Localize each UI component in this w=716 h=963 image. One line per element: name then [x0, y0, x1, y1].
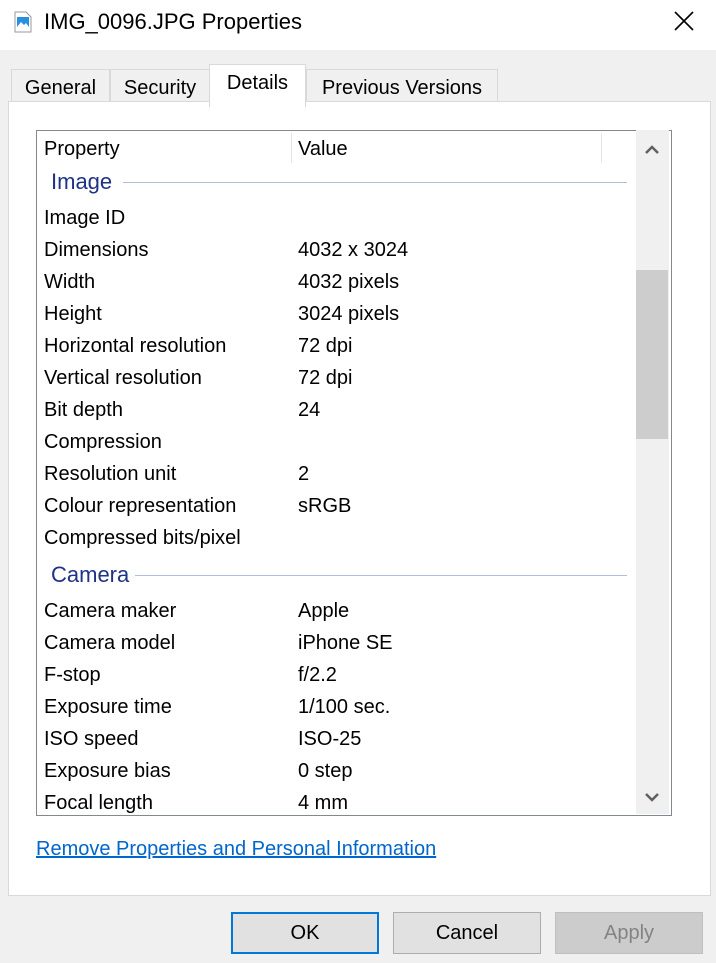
list-item[interactable]: Camera model iPhone SE: [44, 628, 624, 660]
property-value: 24: [298, 399, 321, 421]
property-name: Colour representation: [44, 495, 237, 517]
apply-label: Apply: [603, 921, 655, 944]
close-icon: [673, 10, 695, 37]
property-value: 72 dpi: [298, 367, 353, 389]
ok-button[interactable]: OK: [231, 912, 379, 954]
tab-label: Previous Versions: [321, 76, 483, 99]
property-name: Camera model: [44, 632, 176, 654]
property-name: Compressed bits/pixel: [44, 527, 241, 549]
property-name: Height: [44, 303, 102, 325]
property-value: ISO-25: [298, 728, 362, 750]
property-name: Focal length: [44, 792, 153, 814]
vertical-scrollbar[interactable]: [636, 130, 669, 814]
property-value: f/2.2: [298, 664, 337, 686]
column-divider[interactable]: [601, 133, 602, 163]
scroll-thumb[interactable]: [636, 270, 668, 439]
tab-label: Details: [226, 71, 289, 94]
property-name: Width: [44, 271, 96, 293]
title-bar: IMG_0096.JPG Properties: [0, 0, 716, 50]
group-heading-camera: Camera: [51, 562, 130, 587]
list-item[interactable]: Vertical resolution 72 dpi: [44, 363, 624, 395]
apply-button[interactable]: Apply: [555, 912, 703, 954]
property-list[interactable]: Property Value Image Image ID Dimensions…: [36, 130, 672, 816]
property-value: Apple: [298, 600, 350, 622]
property-value: 1/100 sec.: [298, 696, 391, 718]
list-item[interactable]: Image ID: [44, 203, 624, 235]
property-value: 4032 x 3024: [298, 239, 409, 261]
list-item[interactable]: Compression: [44, 427, 624, 459]
list-item[interactable]: ISO speed ISO-25: [44, 724, 624, 756]
list-item[interactable]: Camera maker Apple: [44, 596, 624, 628]
list-header: Property Value: [37, 131, 637, 167]
window-title: IMG_0096.JPG Properties: [44, 9, 303, 34]
list-item[interactable]: Focal length 4 mm: [44, 788, 624, 815]
property-name: Bit depth: [44, 399, 123, 421]
remove-properties-link[interactable]: Remove Properties and Personal Informati…: [36, 838, 436, 861]
list-item[interactable]: Horizontal resolution 72 dpi: [44, 331, 624, 363]
property-name: Vertical resolution: [44, 367, 202, 389]
property-value: 4 mm: [298, 792, 348, 814]
ok-label: OK: [290, 921, 320, 944]
property-value: 4032 pixels: [298, 271, 400, 293]
property-value: 3024 pixels: [298, 303, 400, 325]
close-button[interactable]: [664, 6, 704, 40]
image-file-icon: [14, 11, 32, 33]
property-value: 2: [298, 463, 310, 485]
column-header-value[interactable]: Value: [298, 131, 348, 167]
list-item[interactable]: Compressed bits/pixel: [44, 523, 624, 555]
property-name: Dimensions: [44, 239, 149, 261]
property-name: Exposure time: [44, 696, 172, 718]
list-item[interactable]: Dimensions 4032 x 3024: [44, 235, 624, 267]
property-name: F-stop: [44, 664, 101, 686]
list-item[interactable]: Exposure time 1/100 sec.: [44, 692, 624, 724]
group-heading-image: Image: [51, 169, 113, 194]
property-name: Exposure bias: [44, 760, 171, 782]
list-item[interactable]: Height 3024 pixels: [44, 299, 624, 331]
column-header-property[interactable]: Property: [44, 131, 120, 167]
list-item[interactable]: Resolution unit 2: [44, 459, 624, 491]
property-name: Camera maker: [44, 600, 177, 622]
list-item[interactable]: Colour representation sRGB: [44, 491, 624, 523]
tab-label: General: [24, 76, 97, 99]
property-name: Resolution unit: [44, 463, 177, 485]
cancel-button[interactable]: Cancel: [393, 912, 541, 954]
scroll-up-button[interactable]: [636, 134, 668, 166]
chevron-up-icon: [645, 141, 659, 159]
scroll-down-button[interactable]: [636, 782, 668, 814]
property-name: Compression: [44, 431, 162, 453]
chevron-down-icon: [645, 789, 659, 807]
property-value: 0 step: [298, 760, 353, 782]
group-divider: [123, 182, 627, 183]
property-value: sRGB: [298, 495, 352, 517]
list-item[interactable]: Exposure bias 0 step: [44, 756, 624, 788]
tab-details[interactable]: Details: [209, 64, 306, 107]
tab-label: Security: [123, 76, 197, 99]
list-item[interactable]: Width 4032 pixels: [44, 267, 624, 299]
property-name: Horizontal resolution: [44, 335, 227, 357]
group-divider: [135, 575, 627, 576]
list-item[interactable]: F-stop f/2.2: [44, 660, 624, 692]
list-item[interactable]: Bit depth 24: [44, 395, 624, 427]
property-name: ISO speed: [44, 728, 139, 750]
column-divider[interactable]: [291, 133, 292, 163]
property-value: 72 dpi: [298, 335, 353, 357]
property-name: Image ID: [44, 207, 126, 229]
property-value: iPhone SE: [298, 632, 393, 654]
cancel-label: Cancel: [435, 921, 499, 944]
